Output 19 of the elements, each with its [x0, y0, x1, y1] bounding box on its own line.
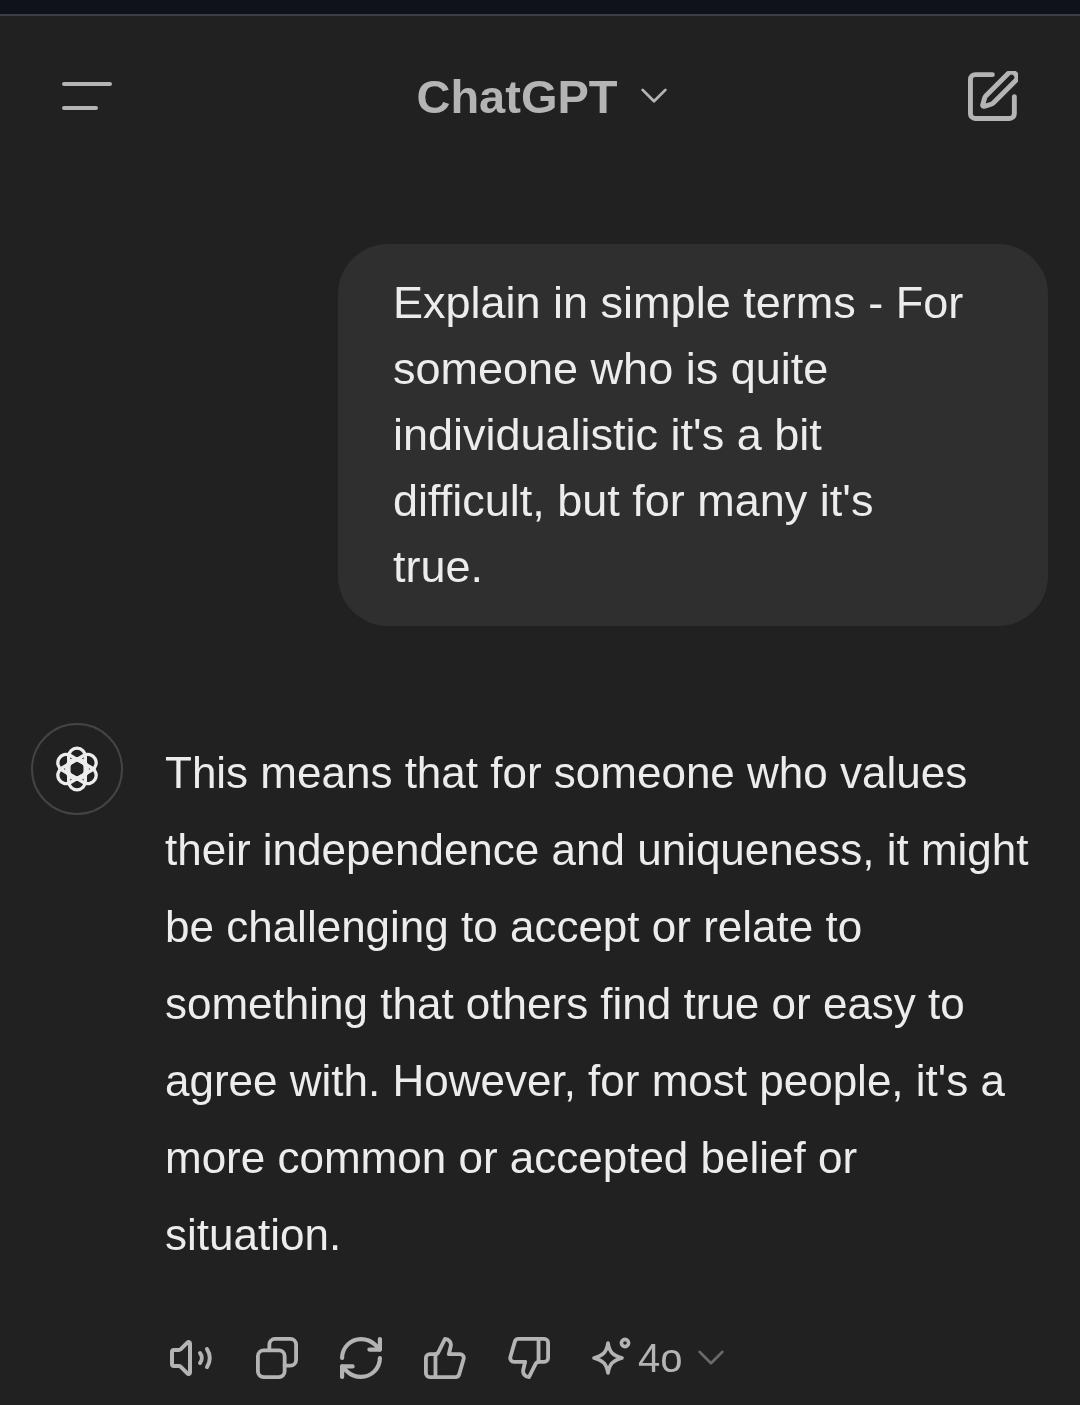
- like-button[interactable]: [422, 1337, 468, 1379]
- chevron-down-icon: [696, 1349, 725, 1367]
- refresh-icon: [338, 1337, 384, 1379]
- thumbs-up-icon: [422, 1337, 468, 1379]
- chevron-down-icon: [639, 87, 668, 105]
- menu-button[interactable]: [62, 82, 112, 110]
- copy-icon: [254, 1337, 300, 1379]
- thumbs-down-icon: [506, 1337, 552, 1379]
- regenerate-button[interactable]: [338, 1337, 384, 1379]
- pencil-square-icon: [968, 71, 1018, 121]
- model-switch-button[interactable]: 4o: [590, 1337, 725, 1379]
- user-message: Explain in simple terms - For someone who is quite individualistic it's a bit difficult, but for many it's true.: [338, 244, 1048, 626]
- new-chat-button[interactable]: [968, 71, 1018, 121]
- model-menu-button[interactable]: ChatGPT: [416, 68, 668, 124]
- menu-icon: [62, 82, 112, 110]
- dislike-button[interactable]: [506, 1337, 552, 1379]
- avatar-icon: [31, 723, 123, 815]
- assistant-message: This means that for someone who values their independence and uniqueness, it might be challenging to accept or relate to something that others find true or easy to agree with. However, for most people, it's a more common or accepted belief or situation.: [165, 747, 1030, 1261]
- copy-button[interactable]: [254, 1337, 300, 1379]
